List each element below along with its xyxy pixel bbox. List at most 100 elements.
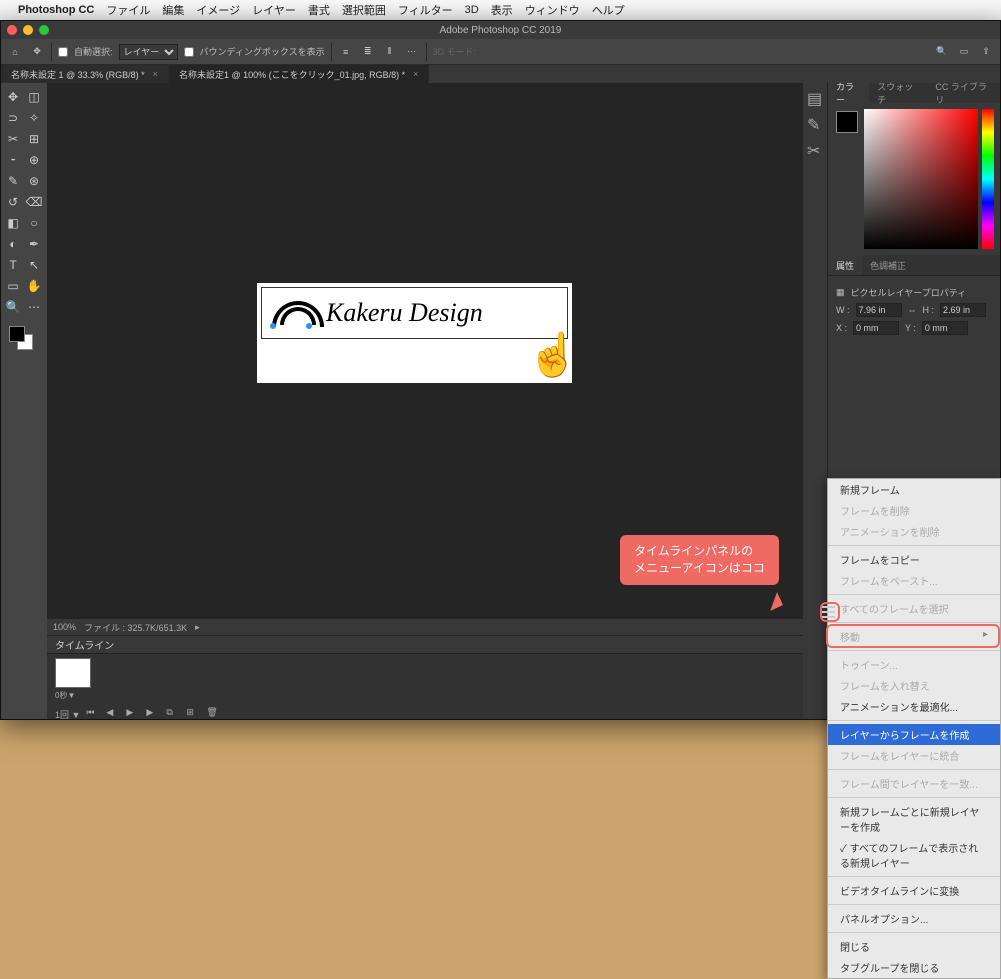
auto-select-checkbox[interactable] <box>58 47 68 57</box>
traffic-lights[interactable] <box>7 25 49 35</box>
stamp-tool-icon[interactable]: ⊛ <box>24 171 44 191</box>
fg-color-swatch[interactable] <box>9 326 25 342</box>
home-icon[interactable]: ⌂ <box>7 44 23 60</box>
tab-swatches[interactable]: スウォッチ <box>869 83 927 103</box>
close-icon[interactable]: × <box>153 69 158 79</box>
brush-panel-icon[interactable]: ✎ <box>807 115 823 131</box>
brush-tool-icon[interactable]: ✎ <box>3 171 23 191</box>
align-icon-2[interactable]: ≣ <box>360 44 376 60</box>
layer-select[interactable]: レイヤー <box>119 44 178 60</box>
doc-tab-1[interactable]: 名称未設定 1 @ 33.3% (RGB/8) * × <box>1 65 169 83</box>
link-icon[interactable]: ⇔ <box>908 305 917 315</box>
frame-delay[interactable]: 0秒▼ <box>55 690 91 701</box>
color-field[interactable] <box>864 109 978 249</box>
menu-item[interactable]: レイヤーからフレームを作成 <box>828 724 1000 745</box>
move-tool-icon[interactable]: ✥ <box>3 87 23 107</box>
distribute-icon[interactable]: ⋯ <box>404 44 420 60</box>
search-icon[interactable]: 🔍 <box>934 44 950 60</box>
tab-properties[interactable]: 属性 <box>828 255 862 275</box>
move-tool-icon[interactable]: ✥ <box>29 44 45 60</box>
new-frame-icon[interactable]: ⊞ <box>186 707 200 721</box>
minimize-icon[interactable] <box>23 25 33 35</box>
shape-tool-icon[interactable]: ▭ <box>3 276 23 296</box>
menu-window[interactable]: ウィンドウ <box>525 2 580 18</box>
prev-frame-icon[interactable]: ◀ <box>106 707 120 721</box>
callout-line1: タイムラインパネルの <box>634 544 753 558</box>
menu-view[interactable]: 表示 <box>491 2 513 18</box>
hue-slider[interactable] <box>982 109 994 249</box>
trash-icon[interactable]: 🗑 <box>206 707 220 721</box>
menu-item[interactable]: アニメーションを最適化... <box>828 696 1000 717</box>
menu-select[interactable]: 選択範囲 <box>342 2 386 18</box>
zoom-icon[interactable] <box>39 25 49 35</box>
menu-item[interactable]: ビデオタイムラインに変換 <box>828 880 1000 901</box>
tab-adjustments[interactable]: 色調補正 <box>862 255 914 275</box>
close-icon[interactable]: × <box>413 69 418 79</box>
timeline-menu-icon[interactable] <box>821 606 835 618</box>
menu-image[interactable]: イメージ <box>196 2 240 18</box>
menu-type[interactable]: 書式 <box>308 2 330 18</box>
frame-thumbnail[interactable] <box>55 658 91 688</box>
pen-tool-icon[interactable]: ✒ <box>24 234 44 254</box>
eraser-tool-icon[interactable]: ⌫ <box>24 192 44 212</box>
tab-color[interactable]: カラー <box>828 83 869 103</box>
next-frame-icon[interactable]: ▶ <box>146 707 160 721</box>
menu-item[interactable]: タブグループを閉じる <box>828 957 1000 978</box>
align-icon[interactable]: ≡ <box>338 44 354 60</box>
eyedropper-tool-icon[interactable]: ⁃ <box>3 150 23 170</box>
zoom-tool-icon[interactable]: 🔍 <box>3 297 23 317</box>
crop-tool-icon[interactable]: ✂ <box>3 129 23 149</box>
tween-icon[interactable]: ⧉ <box>166 707 180 721</box>
tab-cc-libraries[interactable]: CC ライブラリ <box>927 83 1000 103</box>
menu-file[interactable]: ファイル <box>106 2 150 18</box>
hand-tool-icon[interactable]: ✋ <box>24 276 44 296</box>
menu-item: フレームを削除 <box>828 500 1000 521</box>
x-input[interactable] <box>853 321 899 335</box>
share-icon[interactable]: ⇪ <box>978 44 994 60</box>
history-brush-icon[interactable]: ↺ <box>3 192 23 212</box>
color-swatches[interactable] <box>3 324 45 354</box>
heal-tool-icon[interactable]: ⊕ <box>24 150 44 170</box>
menu-3d[interactable]: 3D <box>465 4 479 16</box>
menu-item[interactable]: パネルオプション... <box>828 908 1000 929</box>
width-input[interactable] <box>856 303 902 317</box>
align-icon-3[interactable]: ⫴ <box>382 44 398 60</box>
blur-tool-icon[interactable]: ○ <box>24 213 44 233</box>
menu-help[interactable]: ヘルプ <box>592 2 625 18</box>
zoom-level[interactable]: 100% <box>53 622 76 632</box>
menu-edit[interactable]: 編集 <box>162 2 184 18</box>
close-icon[interactable] <box>7 25 17 35</box>
menu-item[interactable]: すべてのフレームで表示される新規レイヤー <box>828 837 1000 873</box>
more-tools-icon[interactable]: ⋯ <box>24 297 44 317</box>
menu-item[interactable]: 閉じる <box>828 936 1000 957</box>
loop-select[interactable]: 1回 ▼ <box>55 708 80 721</box>
menu-item[interactable]: 新規フレームごとに新規レイヤーを作成 <box>828 801 1000 837</box>
app-name[interactable]: Photoshop CC <box>18 4 94 16</box>
history-panel-icon[interactable]: ▤ <box>807 89 823 105</box>
dodge-tool-icon[interactable]: ◐ <box>3 234 23 254</box>
menu-layer[interactable]: レイヤー <box>252 2 296 18</box>
menu-item[interactable]: 新規フレーム <box>828 479 1000 500</box>
marquee-tool-icon[interactable]: ◫ <box>24 87 44 107</box>
crop-panel-icon[interactable]: ✂ <box>807 141 823 157</box>
color-picker[interactable] <box>828 103 1000 255</box>
path-tool-icon[interactable]: ↖ <box>24 255 44 275</box>
status-caret-icon[interactable]: ▸ <box>195 622 200 633</box>
wand-tool-icon[interactable]: ✧ <box>24 108 44 128</box>
menu-item: 移動 <box>828 626 1000 647</box>
workspace-icon[interactable]: ▭ <box>956 44 972 60</box>
timeline-title: タイムライン <box>55 637 114 652</box>
menu-filter[interactable]: フィルター <box>398 2 453 18</box>
menu-item[interactable]: フレームをコピー <box>828 549 1000 570</box>
frame-tool-icon[interactable]: ⊞ <box>24 129 44 149</box>
y-input[interactable] <box>922 321 968 335</box>
height-input[interactable] <box>940 303 986 317</box>
doc-tab-2[interactable]: 名称未設定1 @ 100% (ここをクリック_01.jpg, RGB/8) * … <box>169 65 429 83</box>
first-frame-icon[interactable]: ⏮ <box>86 707 100 721</box>
bbox-checkbox[interactable] <box>184 47 194 57</box>
gradient-tool-icon[interactable]: ◧ <box>3 213 23 233</box>
play-icon[interactable]: ▶ <box>126 707 140 721</box>
type-tool-icon[interactable]: T <box>3 255 23 275</box>
lasso-tool-icon[interactable]: ⊃ <box>3 108 23 128</box>
fg-color-swatch[interactable] <box>836 111 858 133</box>
